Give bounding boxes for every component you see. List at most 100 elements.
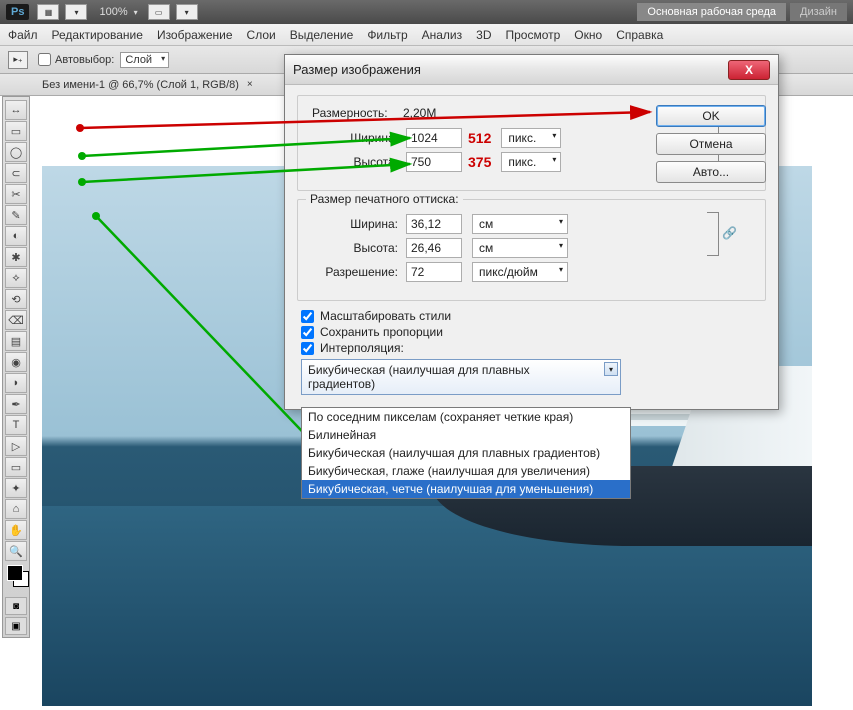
doc-arrangement-icon[interactable]: ▾ [65, 4, 87, 20]
tool-pen[interactable]: ✒ [5, 394, 27, 414]
print-width-label: Ширина: [308, 217, 398, 231]
interp-option-bicubic[interactable]: Бикубическая (наилучшая для плавных град… [302, 444, 630, 462]
pixel-height-label: Высота: [308, 155, 398, 169]
dialog-close-button[interactable]: X [728, 60, 770, 80]
interp-option-bicubic-smoother[interactable]: Бикубическая, глаже (наилучшая для увели… [302, 462, 630, 480]
print-height-input[interactable]: 26,46 [406, 238, 462, 258]
chevron-down-icon: ▾ [604, 362, 618, 376]
menu-3d[interactable]: 3D [476, 28, 491, 42]
print-group-label: Размер печатного оттиска: [306, 192, 463, 206]
tool-crop[interactable]: ✂ [5, 184, 27, 204]
tool-blur[interactable]: ◉ [5, 352, 27, 372]
menu-window[interactable]: Окно [574, 28, 602, 42]
tool-eraser[interactable]: ⌫ [5, 310, 27, 330]
auto-select-target[interactable]: Слой [120, 52, 169, 68]
dialog-titlebar[interactable]: Размер изображения X [285, 55, 778, 85]
interp-option-nearest[interactable]: По соседним пикселам (сохраняет четкие к… [302, 408, 630, 426]
print-size-group: Размер печатного оттиска: Ширина: 36,12 … [297, 199, 766, 301]
resolution-unit[interactable]: пикс/дюйм [472, 262, 568, 282]
pixel-height-annotation: 375 [468, 154, 491, 170]
tool-type[interactable]: T [5, 415, 27, 435]
quick-mask-icon[interactable]: ◙ [5, 597, 27, 615]
document-tab-close-icon[interactable]: × [247, 79, 253, 90]
document-tab-title[interactable]: Без имени-1 @ 66,7% (Слой 1, RGB/8) [42, 79, 239, 91]
scale-styles-label: Масштабировать стили [320, 309, 451, 323]
bridge-icon[interactable]: ▦ [37, 4, 59, 20]
dimensions-value: 2,20M [403, 106, 436, 120]
tool-hand[interactable]: ✋ [5, 520, 27, 540]
interpolation-checkbox[interactable] [301, 342, 314, 355]
interpolation-dropdown: По соседним пикселам (сохраняет четкие к… [301, 407, 631, 499]
pixel-width-label: Ширина: [308, 131, 398, 145]
tool-shape[interactable]: ▭ [5, 457, 27, 477]
color-swatches[interactable] [5, 565, 27, 595]
screen-mode-toggle-icon[interactable]: ▣ [5, 617, 27, 635]
interpolation-value: Бикубическая (наилучшая для плавных град… [308, 363, 530, 391]
cancel-button[interactable]: Отмена [656, 133, 766, 155]
auto-select-checkbox[interactable] [38, 53, 51, 66]
auto-select-label: Автовыбор: [55, 54, 114, 66]
print-height-label: Высота: [308, 241, 398, 255]
menu-view[interactable]: Просмотр [505, 28, 560, 42]
interp-option-bicubic-sharper[interactable]: Бикубическая, четче (наилучшая для умень… [302, 480, 630, 498]
print-height-unit[interactable]: см [472, 238, 568, 258]
foreground-color-swatch[interactable] [7, 565, 23, 581]
menu-layer[interactable]: Слои [247, 28, 276, 42]
tool-brush[interactable]: ✱ [5, 247, 27, 267]
screen-mode-icon[interactable]: ▭ [148, 4, 170, 20]
tool-path-select[interactable]: ▷ [5, 436, 27, 456]
menu-image[interactable]: Изображение [157, 28, 233, 42]
app-logo: Ps [6, 4, 29, 20]
tool-history-brush[interactable]: ⟲ [5, 289, 27, 309]
scale-styles-checkbox[interactable] [301, 310, 314, 323]
interpolation-label: Интерполяция: [320, 341, 404, 355]
menu-filter[interactable]: Фильтр [367, 28, 407, 42]
tool-quick-select[interactable]: ⊂ [5, 163, 27, 183]
pixel-height-unit[interactable]: пикс. [501, 152, 561, 172]
interpolation-select[interactable]: Бикубическая (наилучшая для плавных град… [301, 359, 621, 395]
pixel-height-input[interactable]: 750 [406, 152, 462, 172]
dialog-title: Размер изображения [293, 62, 728, 77]
tool-eyedropper[interactable]: ✎ [5, 205, 27, 225]
workspace-design-button[interactable]: Дизайн [790, 3, 847, 21]
zoom-level[interactable]: 100% [99, 6, 127, 18]
tool-3d[interactable]: ✦ [5, 478, 27, 498]
constrain-checkbox[interactable] [301, 326, 314, 339]
print-link-icon[interactable]: 🔗 [722, 226, 737, 240]
interp-option-bilinear[interactable]: Билинейная [302, 426, 630, 444]
resolution-label: Разрешение: [308, 265, 398, 279]
tool-heal[interactable]: ◐ [5, 226, 27, 246]
auto-button[interactable]: Авто... [656, 161, 766, 183]
pixel-width-input[interactable]: 1024 [406, 128, 462, 148]
menu-bar: Файл Редактирование Изображение Слои Выд… [0, 24, 853, 46]
menu-analysis[interactable]: Анализ [422, 28, 463, 42]
menu-edit[interactable]: Редактирование [52, 28, 143, 42]
ok-button[interactable]: OK [656, 105, 766, 127]
tool-gradient[interactable]: ▤ [5, 331, 27, 351]
constrain-label: Сохранить пропорции [320, 325, 443, 339]
tool-stamp[interactable]: ⟡ [5, 268, 27, 288]
toolbox: ↔ ▭ ◯ ⊂ ✂ ✎ ◐ ✱ ⟡ ⟲ ⌫ ▤ ◉ ◗ ✒ T ▷ ▭ ✦ ⌂ … [2, 96, 30, 638]
menu-help[interactable]: Справка [616, 28, 663, 42]
print-width-unit[interactable]: см [472, 214, 568, 234]
menu-file[interactable]: Файл [8, 28, 38, 42]
tool-move[interactable]: ↔ [5, 100, 27, 120]
print-width-input[interactable]: 36,12 [406, 214, 462, 234]
print-link-bracket [707, 212, 719, 256]
resolution-input[interactable]: 72 [406, 262, 462, 282]
image-size-dialog: Размер изображения X Размерность: 2,20M … [284, 54, 779, 410]
extras-icon[interactable]: ▾ [176, 4, 198, 20]
tool-lasso[interactable]: ◯ [5, 142, 27, 162]
app-bar: Ps ▦ ▾ 100% ▾ ▭ ▾ Основная рабочая среда… [0, 0, 853, 24]
pixel-width-annotation: 512 [468, 130, 491, 146]
tool-zoom[interactable]: 🔍 [5, 541, 27, 561]
workspace-main-button[interactable]: Основная рабочая среда [637, 3, 786, 21]
tool-3d-camera[interactable]: ⌂ [5, 499, 27, 519]
dimensions-label: Размерность: [312, 106, 388, 120]
tool-marquee[interactable]: ▭ [5, 121, 27, 141]
pixel-width-unit[interactable]: пикс. [501, 128, 561, 148]
tool-dodge[interactable]: ◗ [5, 373, 27, 393]
current-tool-icon[interactable]: ▸₊ [8, 51, 28, 69]
menu-select[interactable]: Выделение [290, 28, 354, 42]
zoom-dropdown-icon[interactable]: ▾ [134, 8, 138, 17]
